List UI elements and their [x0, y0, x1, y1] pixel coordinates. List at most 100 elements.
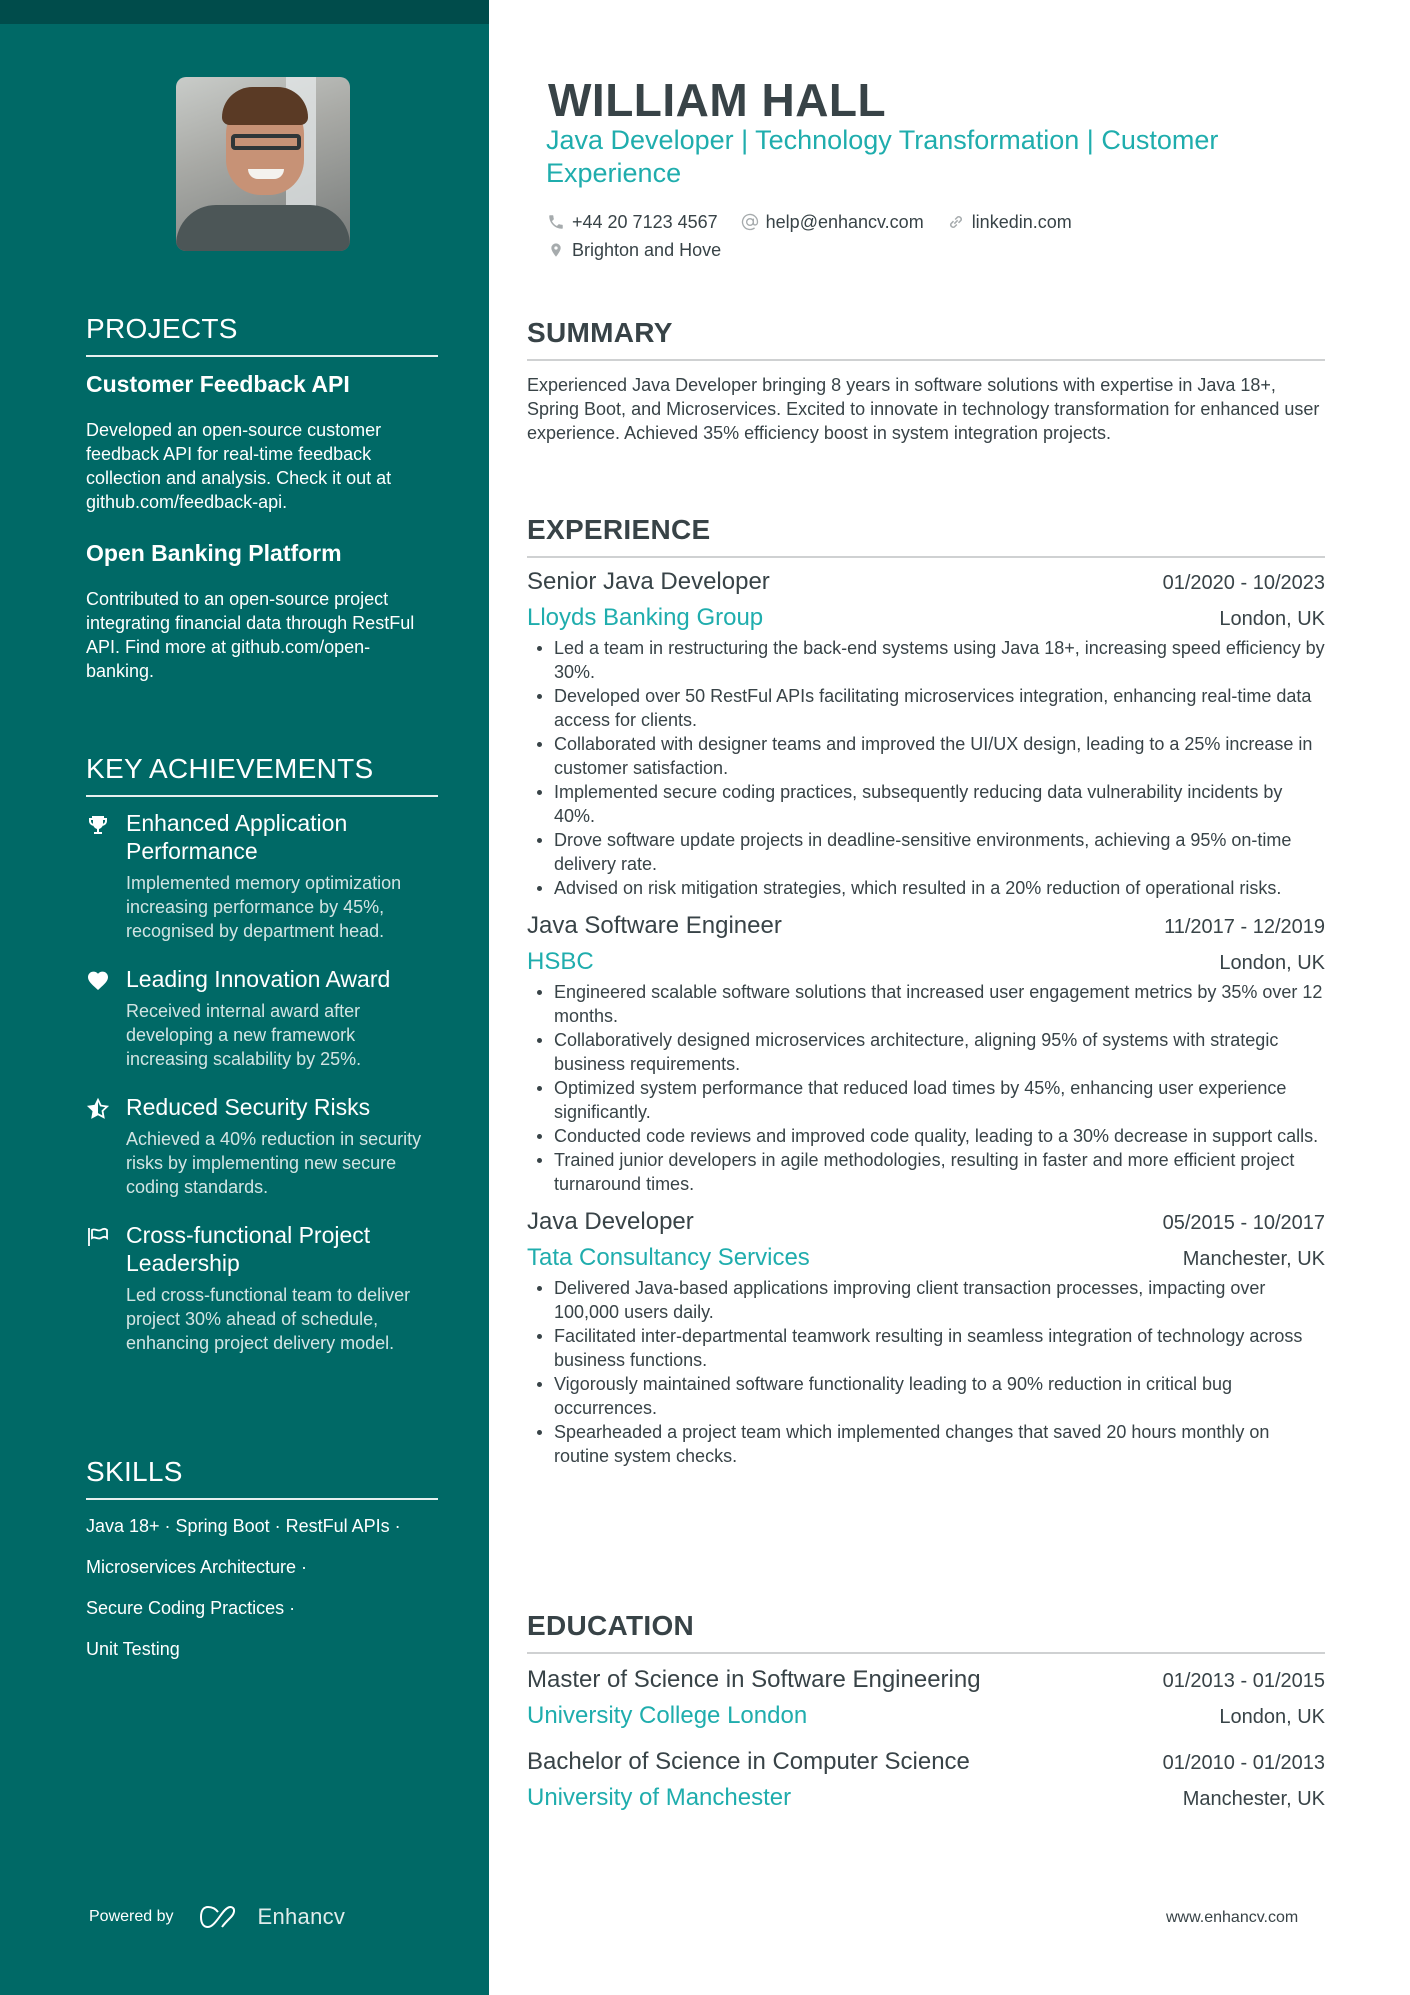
achievement-title: Enhanced Application Performance	[126, 810, 348, 864]
project-description: Developed an open-source customer feedba…	[86, 420, 392, 512]
project-description: Contributed to an open-source project in…	[86, 589, 415, 681]
half-star-icon	[86, 1097, 110, 1121]
job-title: Java Software Engineer	[527, 912, 782, 939]
achievement-item: Reduced Security Risks Achieved a 40% re…	[86, 1093, 438, 1199]
job-dates: 11/2017 - 12/2019	[1164, 916, 1325, 938]
bullet-item: Engineered scalable software solutions t…	[527, 980, 1325, 1028]
achievements-heading: KEY ACHIEVEMENTS	[86, 753, 438, 797]
powered-by-label: Powered by	[89, 1908, 174, 1925]
bullet-item: Developed over 50 RestFul APIs facilitat…	[527, 684, 1325, 732]
project-title: Open Banking Platform	[86, 540, 342, 566]
skills-heading: SKILLS	[86, 1456, 438, 1500]
summary-heading: SUMMARY	[527, 317, 1325, 361]
education-location: London, UK	[1219, 1706, 1325, 1728]
job-dates: 01/2020 - 10/2023	[1162, 572, 1325, 594]
achievement-title: Leading Innovation Award	[126, 966, 391, 992]
bullet-item: Spearheaded a project team which impleme…	[527, 1420, 1325, 1468]
powered-by: Powered by Enhancv	[89, 1904, 345, 1930]
achievement-description: Led cross-functional team to deliver pro…	[126, 1285, 411, 1353]
skill-line: Microservices Architecture ·	[86, 1557, 308, 1577]
linkedin-url: linkedin.com	[971, 211, 1072, 232]
job-location: London, UK	[1219, 952, 1325, 974]
enhancv-brand-name: Enhancv	[257, 1904, 346, 1929]
enhancv-logo[interactable]: Enhancv	[199, 1904, 346, 1930]
contact-info: +44 20 7123 4567 help@enhancv.com linked…	[546, 208, 1336, 264]
skills-list: Java 18+ · Spring Boot · RestFul APIs · …	[86, 1514, 438, 1661]
school-name[interactable]: University of Manchester	[527, 1784, 791, 1812]
education-section: EDUCATION Master of Science in Software …	[527, 1610, 1325, 1812]
link-icon	[946, 212, 966, 232]
email-address: help@enhancv.com	[765, 211, 924, 232]
skills-section: SKILLS Java 18+ · Spring Boot · RestFul …	[86, 1456, 438, 1678]
at-icon	[740, 212, 760, 232]
project-title: Customer Feedback API	[86, 371, 350, 397]
summary-text: Experienced Java Developer bringing 8 ye…	[527, 375, 1320, 443]
projects-section: PROJECTS Customer Feedback API Developed…	[86, 313, 438, 683]
education-entry: Master of Science in Software Engineerin…	[527, 1666, 1325, 1730]
job-entry: Java Software Engineer 11/2017 - 12/2019…	[527, 912, 1325, 1196]
skill-line: Java 18+ · Spring Boot · RestFul APIs ·	[86, 1516, 401, 1536]
job-entry: Senior Java Developer 01/2020 - 10/2023 …	[527, 568, 1325, 900]
phone-icon	[546, 212, 566, 232]
education-dates: 01/2010 - 01/2013	[1162, 1752, 1325, 1774]
job-bullets: Led a team in restructuring the back-end…	[527, 636, 1325, 900]
achievements-section: KEY ACHIEVEMENTS Enhanced Application Pe…	[86, 753, 438, 1355]
degree-title: Master of Science in Software Engineerin…	[527, 1666, 981, 1693]
enhancv-logo-icon	[199, 1905, 235, 1929]
achievement-description: Implemented memory optimization increasi…	[126, 873, 402, 941]
bullet-item: Drove software update projects in deadli…	[527, 828, 1325, 876]
contact-phone[interactable]: +44 20 7123 4567	[546, 212, 718, 233]
location-text: Brighton and Hove	[572, 239, 722, 260]
bullet-item: Optimized system performance that reduce…	[527, 1076, 1325, 1124]
company-name[interactable]: Tata Consultancy Services	[527, 1244, 810, 1272]
education-location: Manchester, UK	[1182, 1788, 1325, 1810]
skill-line: Secure Coding Practices ·	[86, 1598, 296, 1618]
trophy-icon	[86, 813, 110, 837]
bullet-item: Advised on risk mitigation strategies, w…	[527, 876, 1325, 900]
bullet-item: Trained junior developers in agile metho…	[527, 1148, 1325, 1196]
achievement-title: Reduced Security Risks	[126, 1094, 371, 1120]
flag-icon	[86, 1225, 110, 1249]
bullet-item: Delivered Java-based applications improv…	[527, 1276, 1325, 1324]
bullet-item: Collaborated with designer teams and imp…	[527, 732, 1325, 780]
bullet-item: Collaboratively designed microservices a…	[527, 1028, 1325, 1076]
bullet-item: Vigorously maintained software functiona…	[527, 1372, 1325, 1420]
profile-photo	[176, 77, 350, 251]
achievement-title: Cross-functional Project Leadership	[126, 1222, 371, 1276]
achievement-item: Enhanced Application Performance Impleme…	[86, 809, 438, 943]
contact-location: Brighton and Hove	[546, 240, 721, 261]
achievement-description: Achieved a 40% reduction in security ris…	[126, 1129, 422, 1197]
education-dates: 01/2013 - 01/2015	[1162, 1670, 1325, 1692]
sidebar-top-bar	[0, 0, 489, 24]
education-entry: Bachelor of Science in Computer Science …	[527, 1748, 1325, 1812]
degree-title: Bachelor of Science in Computer Science	[527, 1748, 970, 1775]
job-dates: 05/2015 - 10/2017	[1162, 1212, 1325, 1234]
company-name[interactable]: HSBC	[527, 948, 594, 976]
bullet-item: Led a team in restructuring the back-end…	[527, 636, 1325, 684]
candidate-role: Java Developer | Technology Transformati…	[546, 125, 1219, 188]
job-bullets: Engineered scalable software solutions t…	[527, 980, 1325, 1196]
project-item: Customer Feedback API Developed an open-…	[86, 371, 438, 514]
skill-line: Unit Testing	[86, 1639, 180, 1659]
job-location: Manchester, UK	[1182, 1248, 1325, 1270]
contact-email[interactable]: help@enhancv.com	[740, 212, 924, 233]
achievement-description: Received internal award after developing…	[126, 1001, 362, 1069]
job-location: London, UK	[1219, 608, 1325, 630]
sidebar: PROJECTS Customer Feedback API Developed…	[0, 0, 489, 1995]
footer-website-link[interactable]: www.enhancv.com	[1166, 1909, 1298, 1927]
location-pin-icon	[546, 240, 566, 260]
experience-heading: EXPERIENCE	[527, 514, 1325, 558]
school-name[interactable]: University College London	[527, 1702, 807, 1730]
projects-heading: PROJECTS	[86, 313, 438, 357]
achievement-item: Cross-functional Project Leadership Led …	[86, 1221, 438, 1355]
contact-linkedin[interactable]: linkedin.com	[946, 212, 1072, 233]
phone-number: +44 20 7123 4567	[572, 211, 718, 232]
company-name[interactable]: Lloyds Banking Group	[527, 604, 763, 632]
candidate-name: WILLIAM HALL	[548, 74, 887, 126]
summary-section: SUMMARY Experienced Java Developer bring…	[527, 317, 1325, 445]
heart-icon	[86, 969, 110, 993]
project-item: Open Banking Platform Contributed to an …	[86, 540, 438, 683]
job-bullets: Delivered Java-based applications improv…	[527, 1276, 1325, 1468]
job-title: Senior Java Developer	[527, 568, 770, 595]
job-entry: Java Developer 05/2015 - 10/2017 Tata Co…	[527, 1208, 1325, 1468]
